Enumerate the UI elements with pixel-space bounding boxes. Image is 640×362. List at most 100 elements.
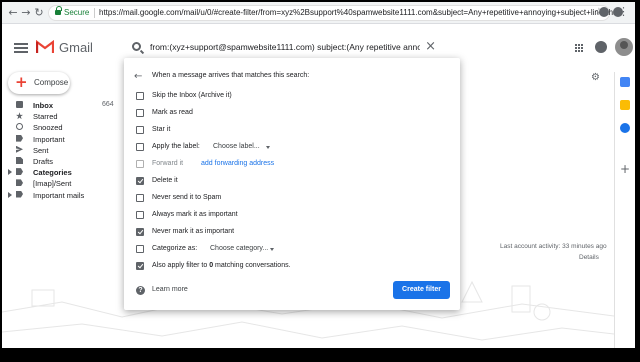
search-icon[interactable]	[132, 42, 141, 51]
unread-count: 664	[102, 101, 114, 108]
settings-gear-icon[interactable]: ⚙	[591, 72, 600, 83]
tasks-icon[interactable]	[620, 123, 630, 133]
draft-icon	[16, 156, 23, 164]
dialog-heading: When a message arrives that matches this…	[152, 72, 310, 79]
checkbox[interactable]	[136, 194, 144, 202]
sidebar-nav: Inbox 664 Starred Snoozed Important Sent…	[2, 100, 122, 201]
details-link[interactable]: Details	[579, 254, 599, 261]
category-select[interactable]: Choose category...	[210, 245, 268, 252]
create-filter-button[interactable]: Create filter	[393, 281, 450, 299]
chevron-down-icon[interactable]	[266, 146, 270, 149]
url-text: https://mail.google.com/mail/u/0/#create…	[99, 8, 619, 17]
sidebar-item-snoozed[interactable]: Snoozed	[2, 122, 122, 133]
sidebar-item-important[interactable]: Important	[2, 134, 122, 145]
option-delete-it[interactable]: Delete it	[136, 176, 446, 188]
option-label: Always mark it as important	[152, 211, 238, 218]
compose-button[interactable]: + Compose	[8, 72, 70, 94]
search-input[interactable]: from:(xyz+support@spamwebsite1111.com) s…	[150, 42, 420, 52]
calendar-icon[interactable]	[620, 77, 630, 87]
option-label: Forward it	[152, 160, 184, 167]
sidebar-item-inbox[interactable]: Inbox 664	[2, 100, 122, 111]
option-apply-label[interactable]: Apply the label: Choose label...	[136, 142, 446, 154]
option-apply-existing[interactable]: Also apply filter to 0 matching conversa…	[136, 261, 446, 273]
avatar[interactable]	[615, 38, 633, 56]
sidebar-item-label: Inbox	[33, 101, 53, 110]
chevron-down-icon[interactable]	[270, 248, 274, 251]
option-label: Skip the Inbox (Archive it)	[152, 92, 232, 99]
address-bar[interactable]: Secure https://mail.google.com/mail/u/0/…	[48, 5, 619, 21]
back-arrow-icon[interactable]: ←	[134, 71, 142, 82]
option-always-important[interactable]: Always mark it as important	[136, 210, 446, 222]
reload-icon[interactable]: ↻	[32, 6, 46, 20]
label-select[interactable]: Choose label...	[213, 143, 260, 150]
browser-menu-icon[interactable]: ⋮	[618, 5, 629, 18]
sidebar-item-label: Important	[33, 134, 65, 144]
sidebar-item-drafts[interactable]: Drafts	[2, 156, 122, 167]
star-icon	[16, 112, 23, 120]
compose-label: Compose	[34, 78, 69, 87]
notifications-icon[interactable]	[595, 41, 607, 53]
gmail-logo-icon	[36, 40, 54, 53]
main-menu-icon[interactable]	[14, 43, 28, 53]
gmail-wordmark: Gmail	[59, 40, 93, 55]
option-forward-it[interactable]: Forward it add forwarding address	[136, 159, 446, 171]
option-star-it[interactable]: Star it	[136, 125, 446, 137]
option-label: Delete it	[152, 177, 178, 184]
expand-arrow-icon[interactable]	[8, 169, 12, 176]
checkbox[interactable]	[136, 177, 144, 185]
option-label: Never mark it as important	[152, 228, 235, 235]
checkbox[interactable]	[136, 109, 144, 117]
browser-toolbar: ← → ↻ Secure https://mail.google.com/mai…	[2, 2, 635, 24]
add-addon-icon[interactable]: +	[620, 162, 630, 176]
divider	[94, 8, 95, 18]
sidebar-item-label: Snoozed	[33, 123, 63, 133]
checkbox[interactable]	[136, 160, 144, 168]
sidebar-item-label: Important mails	[33, 190, 85, 200]
back-icon[interactable]: ←	[6, 6, 20, 20]
checkbox[interactable]	[136, 126, 144, 134]
option-categorize[interactable]: Categorize as: Choose category...	[136, 244, 446, 256]
plus-icon: +	[15, 73, 28, 91]
last-activity-text: Last account activity: 33 minutes ago	[500, 243, 607, 250]
checkbox[interactable]	[136, 245, 144, 253]
option-skip-inbox[interactable]: Skip the Inbox (Archive it)	[136, 91, 446, 103]
sidebar-item-imap-sent[interactable]: [Imap]/Sent	[2, 178, 122, 189]
lock-icon	[55, 6, 62, 17]
option-mark-as-read[interactable]: Mark as read	[136, 108, 446, 120]
checkbox[interactable]	[136, 143, 144, 151]
option-never-spam[interactable]: Never send it to Spam	[136, 193, 446, 205]
close-icon[interactable]: ×	[425, 39, 436, 54]
checkbox[interactable]	[136, 228, 144, 236]
browser-window: ← → ↻ Secure https://mail.google.com/mai…	[2, 2, 635, 348]
clock-icon	[16, 123, 23, 131]
option-label: Also apply filter to 0 matching conversa…	[152, 262, 291, 269]
sidebar-item-label: Starred	[33, 112, 58, 122]
checkbox[interactable]	[136, 262, 144, 270]
option-never-important[interactable]: Never mark it as important	[136, 227, 446, 239]
keep-icon[interactable]	[620, 100, 630, 110]
send-icon	[16, 145, 23, 153]
sidebar-item-label: [Imap]/Sent	[33, 179, 72, 189]
apps-grid-icon[interactable]	[575, 44, 584, 53]
create-filter-dialog: ← When a message arrives that matches th…	[124, 58, 460, 310]
sidebar-item-sent[interactable]: Sent	[2, 145, 122, 156]
option-label: Categorize as:	[152, 245, 198, 252]
secure-label: Secure	[64, 8, 90, 17]
expand-arrow-icon[interactable]	[8, 191, 12, 198]
learn-more-link[interactable]: Learn more	[152, 286, 188, 293]
checkbox[interactable]	[136, 92, 144, 100]
sidebar-item-starred[interactable]: Starred	[2, 111, 122, 122]
add-forwarding-link[interactable]: add forwarding address	[201, 160, 274, 167]
sidebar-item-categories[interactable]: Categories	[2, 167, 122, 178]
side-panel: +	[614, 72, 635, 348]
checkbox[interactable]	[136, 211, 144, 219]
sidebar-item-label: Sent	[33, 145, 49, 155]
important-icon	[16, 134, 23, 142]
search-bar[interactable]: from:(xyz+support@spamwebsite1111.com) s…	[124, 38, 446, 58]
option-label: Apply the label:	[152, 143, 200, 150]
label-icon	[16, 179, 23, 187]
extension-icon[interactable]	[599, 7, 609, 17]
sidebar-item-important-mails[interactable]: Important mails	[2, 190, 122, 201]
help-icon[interactable]: ?	[136, 286, 145, 295]
forward-icon[interactable]: →	[19, 6, 33, 20]
